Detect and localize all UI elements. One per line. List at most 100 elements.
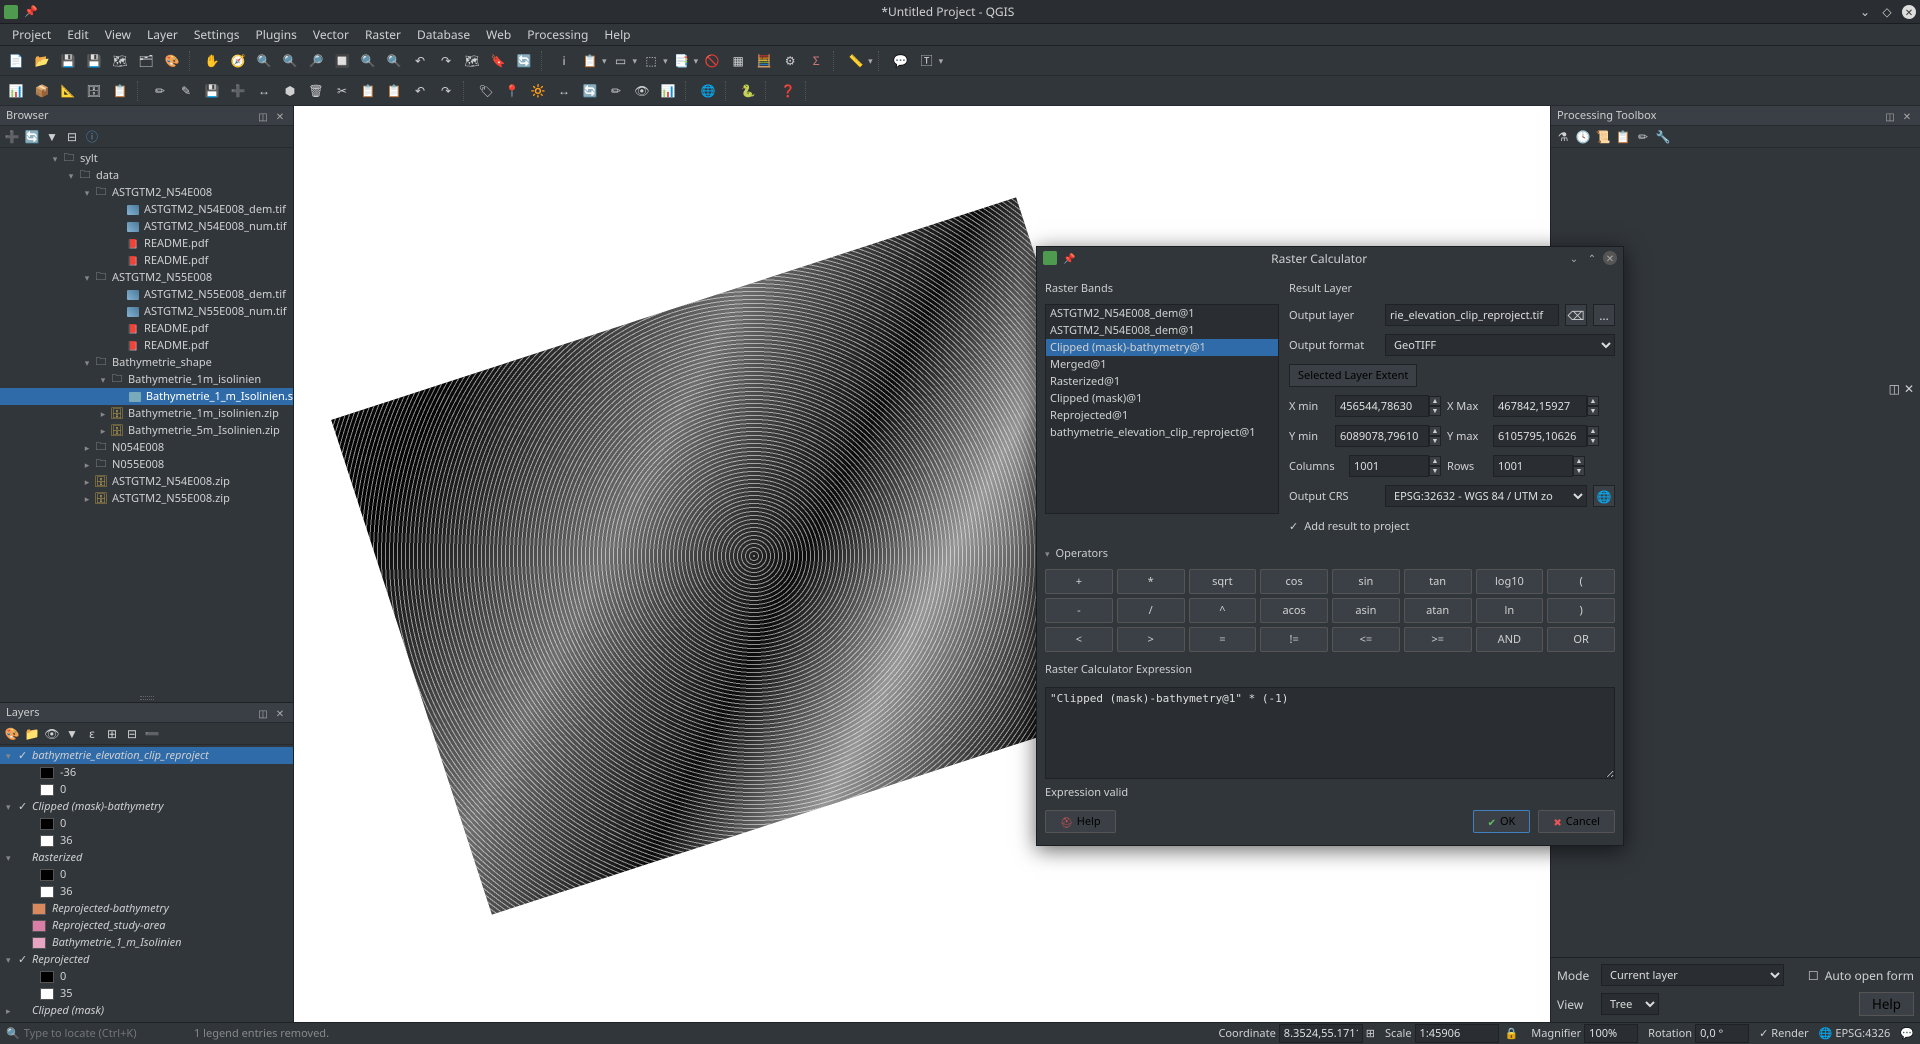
operator-button[interactable]: sqrt xyxy=(1189,569,1257,594)
zoom-next-icon[interactable]: ↷ xyxy=(434,49,458,73)
dropdown-icon[interactable]: ▾ xyxy=(939,54,944,67)
select-by-value-icon[interactable]: 📑 xyxy=(670,49,694,73)
layer-item[interactable]: ▾✓bathymetrie_elevation_clip_reproject xyxy=(0,747,293,764)
zoom-last-icon[interactable]: ↶ xyxy=(408,49,432,73)
new-map-view-icon[interactable]: 🗺 xyxy=(460,49,484,73)
xmin-input[interactable] xyxy=(1335,395,1429,417)
layer-legend-item[interactable]: 0 xyxy=(0,968,293,985)
operator-button[interactable]: + xyxy=(1045,569,1113,594)
open-attr-table-icon[interactable]: ▦ xyxy=(726,49,750,73)
menu-settings[interactable]: Settings xyxy=(186,24,248,45)
operator-button[interactable]: ^ xyxy=(1189,598,1257,623)
label-move-icon[interactable]: ↔ xyxy=(552,79,576,103)
locator-input[interactable] xyxy=(24,1026,184,1041)
zoom-full-icon[interactable]: 🔲 xyxy=(330,49,354,73)
locator[interactable]: 🔍 xyxy=(6,1026,184,1041)
diagram-icon[interactable]: 📊 xyxy=(656,79,680,103)
layer-item[interactable]: ▾✓Clipped (mask)-bathymetry xyxy=(0,798,293,815)
paste-features-icon[interactable]: 📋 xyxy=(382,79,406,103)
browser-item[interactable]: ▸🗀N055E008 xyxy=(0,456,293,473)
operator-button[interactable]: <= xyxy=(1332,627,1400,652)
output-format-select[interactable]: GeoTIFF xyxy=(1385,334,1615,356)
text-annotation-icon[interactable]: 🅃 xyxy=(915,49,939,73)
browser-item[interactable]: ▾🗀Bathymetrie_shape xyxy=(0,354,293,371)
move-feature-icon[interactable]: ↔ xyxy=(252,79,276,103)
dropdown-icon[interactable]: ▾ xyxy=(868,54,873,67)
save-project-icon[interactable]: 💾 xyxy=(56,49,80,73)
layer-legend-item[interactable]: -36 xyxy=(0,764,293,781)
label-highlight-icon[interactable]: 🔆 xyxy=(526,79,550,103)
checkbox-checked-icon[interactable]: ✓ xyxy=(1289,519,1298,534)
dialog-collapse-icon[interactable]: ⌄ xyxy=(1567,251,1581,265)
xmax-input[interactable] xyxy=(1493,395,1587,417)
zoom-layer-icon[interactable]: 🔍 xyxy=(382,49,406,73)
python-console-icon[interactable]: 🐍 xyxy=(736,79,760,103)
edit-icon[interactable]: ✏ xyxy=(1635,129,1651,145)
layer-style-icon[interactable]: 🎨 xyxy=(4,726,20,742)
menu-database[interactable]: Database xyxy=(409,24,478,45)
operator-button[interactable]: tan xyxy=(1404,569,1472,594)
browser-item[interactable]: ASTGTM2_N54E008_num.tif xyxy=(0,218,293,235)
expand-all-icon[interactable]: ⊞ xyxy=(104,726,120,742)
browser-item[interactable]: 📕README.pdf xyxy=(0,337,293,354)
select-features-icon[interactable]: ▭ xyxy=(609,49,633,73)
operator-button[interactable]: AND xyxy=(1476,627,1544,652)
browser-item[interactable]: ▸🗄Bathymetrie_1m_isolinien.zip xyxy=(0,405,293,422)
dialog-titlebar[interactable]: 📌 Raster Calculator ⌄ ⌃ ✕ xyxy=(1037,247,1623,269)
operator-button[interactable]: / xyxy=(1117,598,1185,623)
new-geopackage-icon[interactable]: 📦 xyxy=(30,79,54,103)
spin-down-icon[interactable]: ▼ xyxy=(1587,436,1599,446)
stats-icon[interactable]: Σ xyxy=(804,49,828,73)
layer-legend-item[interactable]: 0 xyxy=(0,866,293,883)
operator-button[interactable]: cos xyxy=(1260,569,1328,594)
results-icon[interactable]: 📋 xyxy=(1615,129,1631,145)
panel-dock-icon[interactable]: ◫ xyxy=(256,706,270,720)
refresh-icon[interactable]: 🔄 xyxy=(24,129,40,145)
layer-legend-item[interactable]: 0 xyxy=(0,781,293,798)
ymin-input[interactable] xyxy=(1335,425,1429,447)
selected-layer-extent-button[interactable]: Selected Layer Extent xyxy=(1289,364,1417,387)
menu-vector[interactable]: Vector xyxy=(305,24,357,45)
history-icon[interactable]: 🕓 xyxy=(1575,129,1591,145)
refresh-icon[interactable]: 🔄 xyxy=(512,49,536,73)
collapse-icon[interactable]: ⊟ xyxy=(64,129,80,145)
zoom-selection-icon[interactable]: 🔍 xyxy=(356,49,380,73)
panel-dock-icon[interactable]: ◫ xyxy=(1889,380,1900,397)
browser-item[interactable]: ▾🗀ASTGTM2_N54E008 xyxy=(0,184,293,201)
layer-legend-item[interactable]: 35 xyxy=(0,985,293,1002)
browser-item[interactable]: ▸🗀N054E008 xyxy=(0,439,293,456)
coordinate-input[interactable] xyxy=(1279,1024,1363,1043)
delete-selected-icon[interactable]: 🗑 xyxy=(304,79,328,103)
menu-plugins[interactable]: Plugins xyxy=(248,24,305,45)
zoom-in-icon[interactable]: 🔍 xyxy=(252,49,276,73)
operator-button[interactable]: * xyxy=(1117,569,1185,594)
add-group-icon[interactable]: 📁 xyxy=(24,726,40,742)
menu-raster[interactable]: Raster xyxy=(357,24,409,45)
menu-layer[interactable]: Layer xyxy=(139,24,186,45)
new-project-icon[interactable]: 📄 xyxy=(4,49,28,73)
current-edits-icon[interactable]: ✏ xyxy=(148,79,172,103)
cut-features-icon[interactable]: ✂ xyxy=(330,79,354,103)
browser-item[interactable]: ▾🗀ASTGTM2_N55E008 xyxy=(0,269,293,286)
remove-layer-icon[interactable]: ➖ xyxy=(144,726,160,742)
browser-item[interactable]: Bathymetrie_1_m_Isolinien.s xyxy=(0,388,293,405)
node-tool-icon[interactable]: ⬢ xyxy=(278,79,302,103)
pan-icon[interactable]: ✋ xyxy=(200,49,224,73)
checkbox-icon[interactable]: ☐ xyxy=(1808,967,1819,984)
spin-up-icon[interactable]: ▲ xyxy=(1429,456,1441,466)
processing-toolbox-icon[interactable]: ⚙ xyxy=(778,49,802,73)
script-icon[interactable]: 📜 xyxy=(1595,129,1611,145)
help-button[interactable]: Help xyxy=(1859,992,1914,1016)
help-icon[interactable]: ❓ xyxy=(776,79,800,103)
open-data-source-icon[interactable]: 📊 xyxy=(4,79,28,103)
output-crs-select[interactable]: EPSG:32632 - WGS 84 / UTM zo xyxy=(1385,485,1587,507)
cancel-button[interactable]: ✖Cancel xyxy=(1538,810,1615,833)
menu-project[interactable]: Project xyxy=(4,24,59,45)
window-close-icon[interactable]: ✕ xyxy=(1902,5,1916,19)
label-rotate-icon[interactable]: 🔄 xyxy=(578,79,602,103)
spin-up-icon[interactable]: ▲ xyxy=(1429,426,1441,436)
operator-button[interactable]: >= xyxy=(1404,627,1472,652)
model-icon[interactable]: ⚗ xyxy=(1555,129,1571,145)
browser-item[interactable]: 📕README.pdf xyxy=(0,320,293,337)
layer-item[interactable]: ▾Rasterized xyxy=(0,849,293,866)
